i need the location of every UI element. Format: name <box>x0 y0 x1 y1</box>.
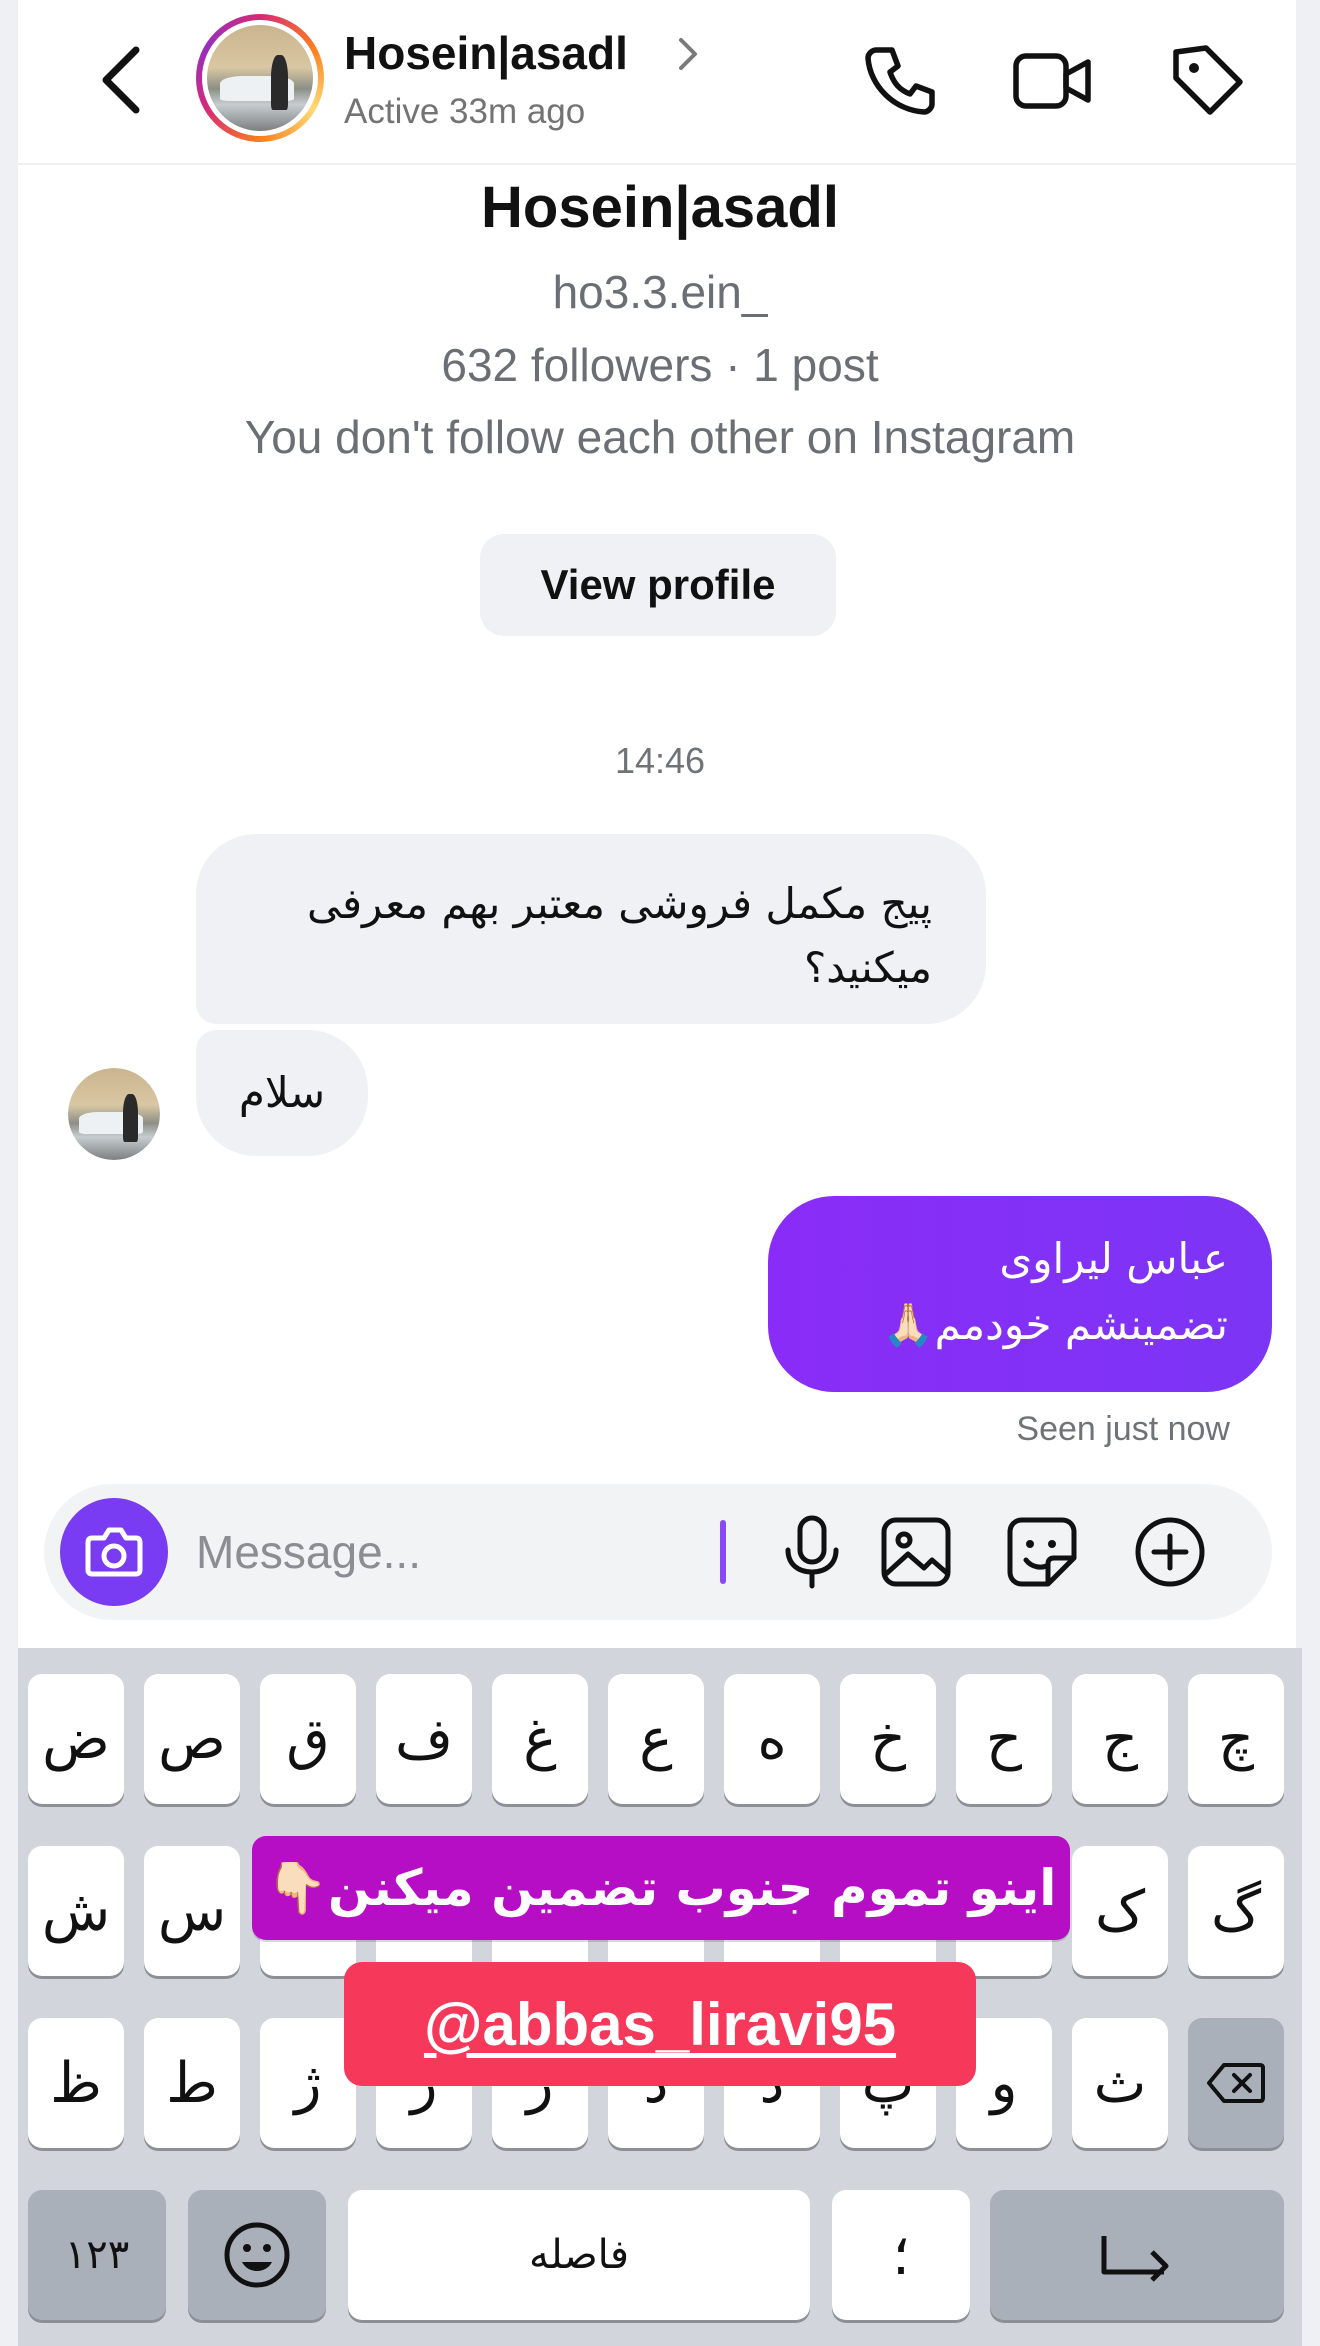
key[interactable]: ض <box>28 1674 124 1804</box>
incoming-message[interactable]: سلام <box>196 1030 368 1156</box>
phone-icon[interactable] <box>858 38 942 122</box>
video-call-icon[interactable] <box>1010 38 1094 122</box>
return-icon <box>1101 2236 1169 2282</box>
emoji-key[interactable] <box>188 2190 326 2320</box>
profile-photo <box>68 1068 160 1160</box>
message-composer <box>44 1484 1272 1620</box>
punctuation-key[interactable]: ؛ <box>832 2190 970 2320</box>
profile-stats: 632 followers · 1 post <box>441 339 879 391</box>
key[interactable]: ث <box>1072 2018 1168 2148</box>
mention-sticker[interactable]: @abbas_liravi95 <box>344 1962 976 2086</box>
chat-screen <box>18 0 1296 1648</box>
plus-icon[interactable] <box>1130 1512 1210 1592</box>
view-profile-button[interactable]: View profile <box>480 534 836 636</box>
key[interactable]: چ <box>1188 1674 1284 1804</box>
outgoing-message[interactable]: عباس لیراوی تضمینشم خودمم🙏🏻 <box>768 1196 1272 1392</box>
key[interactable]: غ <box>492 1674 588 1804</box>
space-key[interactable]: فاصله <box>348 2190 810 2320</box>
microphone-icon[interactable] <box>772 1512 852 1592</box>
camera-button[interactable] <box>60 1498 168 1606</box>
message-timestamp: 14:46 <box>614 740 706 781</box>
key[interactable]: ج <box>1072 1674 1168 1804</box>
key[interactable]: ش <box>28 1846 124 1976</box>
key[interactable]: گ <box>1188 1846 1284 1976</box>
key[interactable]: ک <box>1072 1846 1168 1976</box>
active-status: Active 33m ago <box>344 92 586 131</box>
chat-header: Hosein|asadl Active 33m ago <box>0 0 1320 165</box>
camera-icon <box>85 1527 143 1577</box>
avatar[interactable] <box>196 14 324 142</box>
outgoing-message-line: عباس لیراوی <box>999 1234 1228 1283</box>
key[interactable]: ع <box>608 1674 704 1804</box>
sender-avatar[interactable] <box>68 1068 160 1160</box>
key[interactable]: ح <box>956 1674 1052 1804</box>
caption-overlay: اینو تموم جنوب تضمین میکنن👇🏻 <box>252 1836 1070 1940</box>
key[interactable]: ص <box>144 1674 240 1804</box>
key[interactable]: ظ <box>28 2018 124 2148</box>
incoming-message[interactable]: پیج مکمل فروشی معتبر بهم معرفی میکنید؟ <box>196 834 986 1024</box>
header-username[interactable]: Hosein|asadl <box>344 26 628 80</box>
back-arrow-icon[interactable] <box>92 40 152 120</box>
tag-icon[interactable] <box>1164 38 1248 122</box>
profile-handle: ho3.3.ein_ <box>552 266 768 318</box>
key[interactable]: ژ <box>260 2018 356 2148</box>
seen-status: Seen just now <box>1016 1410 1230 1448</box>
gallery-icon[interactable] <box>876 1512 956 1592</box>
emoji-icon <box>224 2222 290 2288</box>
message-input[interactable] <box>196 1514 736 1590</box>
return-key[interactable] <box>990 2190 1284 2320</box>
outgoing-message-line: تضمینشم خودمم🙏🏻 <box>882 1300 1228 1349</box>
key[interactable]: خ <box>840 1674 936 1804</box>
key[interactable]: ه <box>724 1674 820 1804</box>
key[interactable]: ف <box>376 1674 472 1804</box>
follow-note: You don't follow each other on Instagram <box>244 411 1076 463</box>
chevron-right-icon[interactable] <box>676 36 700 72</box>
profile-photo <box>207 25 313 131</box>
backspace-key[interactable] <box>1188 2018 1284 2148</box>
key[interactable]: ط <box>144 2018 240 2148</box>
text-cursor <box>720 1520 726 1584</box>
numbers-key[interactable]: ۱۲۳ <box>28 2190 166 2320</box>
profile-name: Hosein|asadl <box>481 175 839 240</box>
backspace-icon <box>1207 2063 1265 2103</box>
sticker-icon[interactable] <box>1002 1512 1082 1592</box>
key[interactable]: س <box>144 1846 240 1976</box>
key[interactable]: ق <box>260 1674 356 1804</box>
